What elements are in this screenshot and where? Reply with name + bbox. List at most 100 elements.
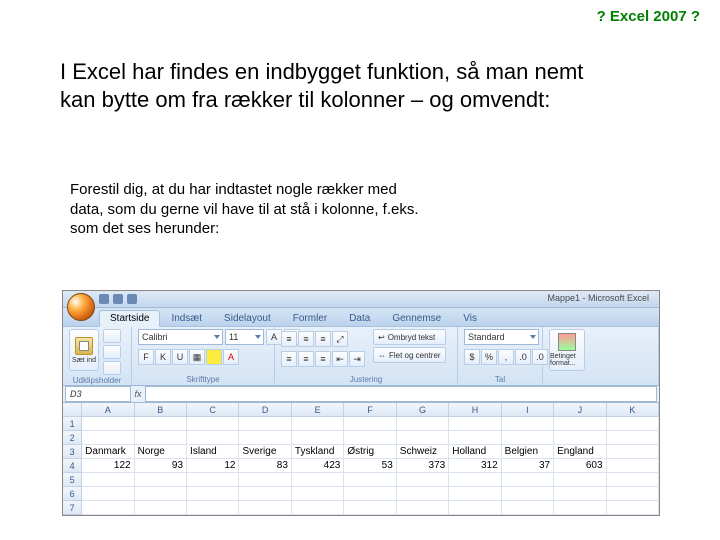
- cell[interactable]: [292, 417, 344, 431]
- tab-vis[interactable]: Vis: [452, 310, 488, 326]
- cell[interactable]: 37: [502, 459, 554, 473]
- cell[interactable]: [344, 417, 396, 431]
- fx-icon[interactable]: fx: [131, 389, 145, 399]
- cell[interactable]: [502, 431, 554, 445]
- column-header[interactable]: B: [135, 403, 187, 417]
- cell[interactable]: [397, 473, 449, 487]
- name-box[interactable]: D3: [65, 386, 131, 402]
- indent-inc-button[interactable]: ⇥: [349, 351, 365, 367]
- comma-button[interactable]: ,: [498, 349, 514, 365]
- align-center-button[interactable]: ≡: [298, 351, 314, 367]
- column-header[interactable]: A: [82, 403, 134, 417]
- align-middle-button[interactable]: ≡: [298, 331, 314, 347]
- cell[interactable]: [82, 417, 134, 431]
- cell[interactable]: [449, 417, 501, 431]
- tab-data[interactable]: Data: [338, 310, 381, 326]
- cell[interactable]: [135, 417, 187, 431]
- tab-gennemse[interactable]: Gennemse: [381, 310, 452, 326]
- cell[interactable]: Schweiz: [397, 445, 449, 459]
- cell[interactable]: [292, 487, 344, 501]
- cell[interactable]: [239, 487, 291, 501]
- cell[interactable]: Tyskland: [292, 445, 344, 459]
- bold-button[interactable]: F: [138, 349, 154, 365]
- cell[interactable]: [187, 487, 239, 501]
- column-header[interactable]: F: [344, 403, 396, 417]
- cell[interactable]: [554, 417, 606, 431]
- column-header[interactable]: C: [187, 403, 239, 417]
- merge-center-button[interactable]: ⇔ Flet og centrer: [373, 347, 446, 363]
- row-header[interactable]: 5: [63, 473, 82, 487]
- paste-button[interactable]: Sæt ind: [69, 329, 99, 371]
- cell[interactable]: 93: [135, 459, 187, 473]
- tab-sidelayout[interactable]: Sidelayout: [213, 310, 282, 326]
- cell[interactable]: [449, 473, 501, 487]
- cell[interactable]: [502, 473, 554, 487]
- qat-undo-icon[interactable]: [113, 294, 123, 304]
- tab-formler[interactable]: Formler: [282, 310, 338, 326]
- number-format-combo[interactable]: Standard: [464, 329, 539, 345]
- cell[interactable]: [344, 473, 396, 487]
- cell[interactable]: [607, 445, 659, 459]
- column-header[interactable]: H: [449, 403, 501, 417]
- row-header[interactable]: 3: [63, 445, 82, 459]
- align-bottom-button[interactable]: ≡: [315, 331, 331, 347]
- cell[interactable]: Holland: [449, 445, 501, 459]
- cell[interactable]: [449, 431, 501, 445]
- cell[interactable]: [554, 487, 606, 501]
- cell[interactable]: [607, 431, 659, 445]
- cell[interactable]: England: [554, 445, 606, 459]
- indent-dec-button[interactable]: ⇤: [332, 351, 348, 367]
- format-painter-button[interactable]: [103, 361, 121, 375]
- qat-save-icon[interactable]: [99, 294, 109, 304]
- align-top-button[interactable]: ≡: [281, 331, 297, 347]
- row-header[interactable]: 7: [63, 501, 82, 515]
- row-header[interactable]: 2: [63, 431, 82, 445]
- cell[interactable]: [607, 487, 659, 501]
- cell[interactable]: [607, 417, 659, 431]
- cell[interactable]: [187, 431, 239, 445]
- conditional-format-button[interactable]: Betinget format...: [549, 329, 585, 371]
- cell[interactable]: [187, 417, 239, 431]
- cell[interactable]: Sverige: [239, 445, 291, 459]
- row-header[interactable]: 1: [63, 417, 82, 431]
- cell[interactable]: 373: [397, 459, 449, 473]
- inc-decimal-button[interactable]: .0: [515, 349, 531, 365]
- cell[interactable]: [292, 473, 344, 487]
- select-all-corner[interactable]: [63, 403, 82, 417]
- row-header[interactable]: 4: [63, 459, 82, 473]
- column-header[interactable]: K: [607, 403, 659, 417]
- cell[interactable]: [344, 431, 396, 445]
- fill-color-button[interactable]: [206, 349, 222, 365]
- formula-input[interactable]: [145, 386, 657, 402]
- cell[interactable]: [344, 501, 396, 515]
- cell[interactable]: [239, 501, 291, 515]
- tab-startside[interactable]: Startside: [99, 310, 160, 327]
- cell[interactable]: [397, 417, 449, 431]
- cell[interactable]: [292, 501, 344, 515]
- cut-button[interactable]: [103, 329, 121, 343]
- office-button[interactable]: [67, 293, 95, 321]
- underline-button[interactable]: U: [172, 349, 188, 365]
- cell[interactable]: [135, 473, 187, 487]
- cell[interactable]: 12: [187, 459, 239, 473]
- column-header[interactable]: E: [292, 403, 344, 417]
- cell[interactable]: Belgien: [502, 445, 554, 459]
- orientation-button[interactable]: ⤢: [332, 331, 348, 347]
- cell[interactable]: 312: [449, 459, 501, 473]
- worksheet-grid[interactable]: ABCDEFGHIJK 123DanmarkNorgeIslandSverige…: [63, 403, 659, 515]
- align-right-button[interactable]: ≡: [315, 351, 331, 367]
- cell[interactable]: [607, 501, 659, 515]
- cell[interactable]: [82, 431, 134, 445]
- column-header[interactable]: D: [239, 403, 291, 417]
- cell[interactable]: [554, 473, 606, 487]
- copy-button[interactable]: [103, 345, 121, 359]
- cell[interactable]: [344, 487, 396, 501]
- cell[interactable]: [82, 487, 134, 501]
- cell[interactable]: Østrig: [344, 445, 396, 459]
- cell[interactable]: 603: [554, 459, 606, 473]
- cell[interactable]: [135, 431, 187, 445]
- cell[interactable]: 122: [82, 459, 134, 473]
- row-header[interactable]: 6: [63, 487, 82, 501]
- wrap-text-button[interactable]: ↩ Ombryd tekst: [373, 329, 446, 345]
- cell[interactable]: Danmark: [82, 445, 134, 459]
